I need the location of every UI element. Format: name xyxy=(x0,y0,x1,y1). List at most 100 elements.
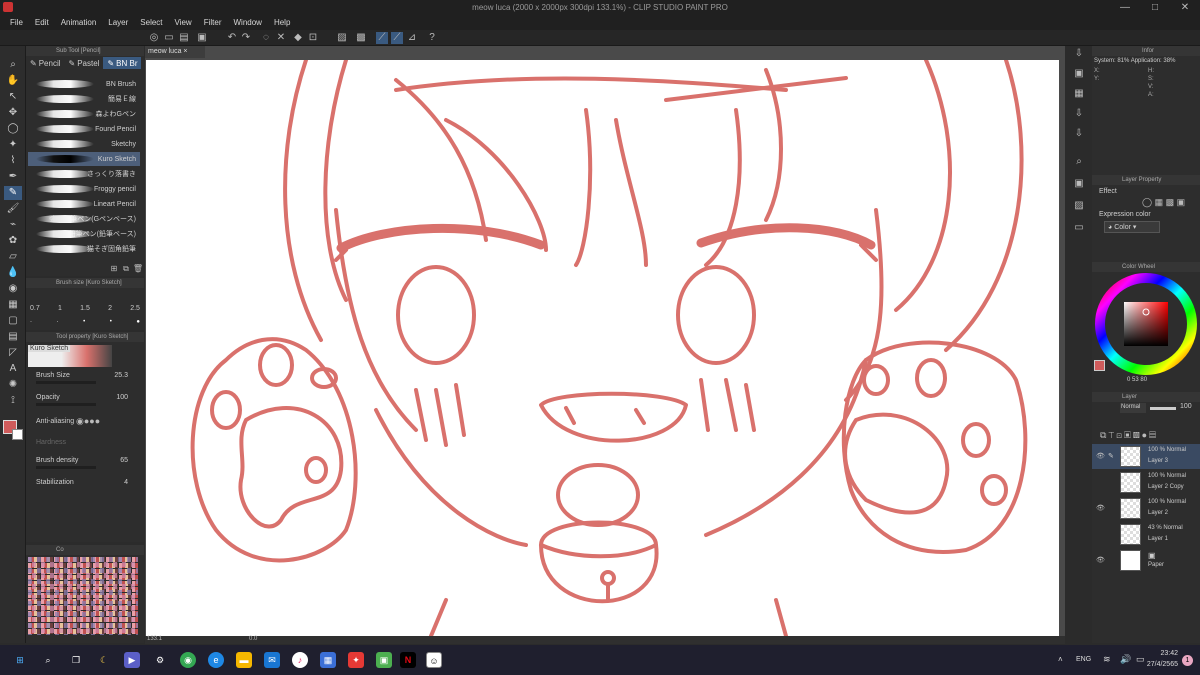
itunes-icon[interactable]: ♪ xyxy=(292,652,308,668)
layer-row-paper[interactable]: 👁 ▣ Paper xyxy=(1092,548,1200,573)
ruler-tool-icon[interactable]: ◸ xyxy=(4,346,22,360)
snap-grid-icon[interactable]: ⊿ xyxy=(406,32,418,44)
sub-view-icon[interactable]: ▣ xyxy=(1073,68,1085,80)
drawing-canvas[interactable] xyxy=(146,58,1059,638)
deselect-icon[interactable]: ▨ xyxy=(336,32,348,44)
brush-item[interactable]: Sketchy xyxy=(28,137,140,151)
tab-pastel[interactable]: ✎ Pastel xyxy=(65,57,104,69)
animation-icon[interactable]: ▣ xyxy=(1073,178,1085,190)
store-icon[interactable]: ▦ xyxy=(320,652,336,668)
zoom-tool-icon[interactable]: ⌕ xyxy=(4,58,22,72)
document-tab[interactable]: meow luca × xyxy=(145,46,205,58)
frame-tool-icon[interactable]: ▤ xyxy=(4,330,22,344)
clip-studio-icon[interactable]: ◎ xyxy=(148,32,160,44)
brush-item[interactable]: 猫そぎ固角鉛筆 xyxy=(28,242,140,256)
brush-item[interactable]: 簡易Ｅ線 xyxy=(28,92,140,106)
expression-color-select[interactable]: ◕ Color ▾ xyxy=(1104,221,1160,233)
pencil-tool-icon[interactable]: ✎ xyxy=(4,186,22,200)
opacity-slider[interactable] xyxy=(36,403,96,406)
pen-tool-icon[interactable]: ✒ xyxy=(4,170,22,184)
brush-density-row[interactable]: Brush density 65 xyxy=(36,457,136,469)
delete-sub-tool-icon[interactable]: 🗑 xyxy=(132,263,144,275)
snap-ruler-icon[interactable]: ⟋ xyxy=(376,32,388,44)
stabilization-value[interactable]: 4 xyxy=(124,479,128,486)
brush-density-slider[interactable] xyxy=(36,466,96,469)
property-icon[interactable]: ▭ xyxy=(1073,222,1085,234)
menu-window[interactable]: Window xyxy=(228,18,268,27)
correct-line-icon[interactable]: ⟟ xyxy=(4,394,22,408)
lasso-select-icon[interactable]: ◯ xyxy=(4,122,22,136)
brush-item[interactable]: 強弱鉛筆ペン(Gペンベース) xyxy=(28,212,140,226)
clock-time[interactable]: 23:42 xyxy=(1148,650,1178,657)
s-value[interactable]: 53 xyxy=(1132,377,1139,383)
close-tab-icon[interactable]: × xyxy=(183,48,187,55)
item-bank-icon[interactable]: ▦ xyxy=(1073,88,1085,100)
effect-icons[interactable]: ◯ ▦ ▩ ▣ xyxy=(1142,197,1185,208)
menu-edit[interactable]: Edit xyxy=(29,18,55,27)
file-explorer-icon[interactable]: ▬ xyxy=(236,652,252,668)
rotation-angle[interactable]: 0.0 xyxy=(249,636,257,642)
redo-icon[interactable]: ↷ xyxy=(240,32,252,44)
anti-aliasing-row[interactable]: Anti-aliasing ◉●●● xyxy=(36,416,136,426)
maximize-button[interactable]: □ xyxy=(1140,0,1170,15)
color-swatch-grid[interactable] xyxy=(28,557,138,635)
opacity-row[interactable]: Opacity 100 xyxy=(36,394,136,406)
brush-size-preset[interactable]: 1.5 xyxy=(80,305,90,312)
volume-icon[interactable]: 🔊 xyxy=(1120,654,1131,665)
tab-bn-brush[interactable]: ✎ BN Br xyxy=(103,57,142,69)
image-icon[interactable]: ▨ xyxy=(1073,200,1085,212)
mail-icon[interactable]: ✉ xyxy=(264,652,280,668)
search-icon[interactable]: ⌕ xyxy=(40,652,56,668)
brush-item[interactable]: BN Brush xyxy=(28,77,140,91)
wifi-icon[interactable]: ≋ xyxy=(1103,654,1111,665)
edge-icon[interactable]: e xyxy=(208,652,224,668)
sub-color-swatch[interactable] xyxy=(12,429,23,440)
brush-size-value[interactable]: 25.3 xyxy=(114,372,128,379)
history-icon[interactable]: ⇩ xyxy=(1073,128,1085,140)
menu-help[interactable]: Help xyxy=(268,18,296,27)
airbrush-tool-icon[interactable]: ⌁ xyxy=(4,218,22,232)
search-layer-icon[interactable]: ⌕ xyxy=(1073,156,1085,168)
color-wheel[interactable] xyxy=(1094,272,1198,376)
opacity-slider[interactable] xyxy=(1150,407,1176,410)
menu-filter[interactable]: Filter xyxy=(198,18,228,27)
layer-row-selected[interactable]: 👁 ✎ 100 % Normal Layer 3 xyxy=(1092,444,1200,469)
figure-tool-icon[interactable]: ▢ xyxy=(4,314,22,328)
decoration-tool-icon[interactable]: ✿ xyxy=(4,234,22,248)
move-layer-icon[interactable]: ✥ xyxy=(4,106,22,120)
brush-size-preset[interactable]: 0.7 xyxy=(30,305,40,312)
brush-size-row[interactable]: Brush Size 25.3 xyxy=(36,372,136,384)
brush-item[interactable]: Found Pencil xyxy=(28,122,140,136)
clock-date[interactable]: 27/4/2565 xyxy=(1142,661,1178,668)
teams-icon[interactable]: ▶ xyxy=(124,652,140,668)
move-tool-icon[interactable]: ✋ xyxy=(4,74,22,88)
brush-item[interactable]: Froggy pencil xyxy=(28,182,140,196)
task-view-icon[interactable]: ❐ xyxy=(68,652,84,668)
operation-tool-icon[interactable]: ↖ xyxy=(4,90,22,104)
new-file-icon[interactable]: ▭ xyxy=(163,32,175,44)
brush-item[interactable]: Lineart Pencil xyxy=(28,197,140,211)
invert-selection-icon[interactable]: ▩ xyxy=(355,32,367,44)
auto-select-icon[interactable]: ✦ xyxy=(4,138,22,152)
eyedropper-icon[interactable]: ⌇ xyxy=(4,154,22,168)
brush-size-slider[interactable] xyxy=(36,381,96,384)
eraser-tool-icon[interactable]: ▱ xyxy=(4,250,22,264)
open-file-icon[interactable]: ▤ xyxy=(178,32,190,44)
chrome-icon[interactable]: ◉ xyxy=(180,652,196,668)
fill-tool-icon[interactable]: ◉ xyxy=(4,282,22,296)
start-icon[interactable]: ⊞ xyxy=(12,652,28,668)
brush-size-preset[interactable]: 2.5 xyxy=(130,305,140,312)
brush-density-value[interactable]: 65 xyxy=(120,457,128,464)
netflix-icon[interactable]: N xyxy=(400,652,416,668)
layer-opacity[interactable]: 100 xyxy=(1180,403,1192,410)
menu-layer[interactable]: Layer xyxy=(102,18,134,27)
stabilization-row[interactable]: Stabilization 4 xyxy=(36,479,136,486)
menu-view[interactable]: View xyxy=(169,18,198,27)
brush-size-preset[interactable]: 2 xyxy=(108,305,112,312)
clear-icon[interactable]: ✕ xyxy=(275,32,287,44)
brush-item[interactable]: さっくり落書き xyxy=(28,167,140,181)
blend-tool-icon[interactable]: 💧 xyxy=(4,266,22,280)
layer-row[interactable]: 43 % Normal Layer 1 xyxy=(1092,522,1200,547)
transform-icon[interactable]: ⊡ xyxy=(307,32,319,44)
settings-icon[interactable]: ⚙ xyxy=(152,652,168,668)
